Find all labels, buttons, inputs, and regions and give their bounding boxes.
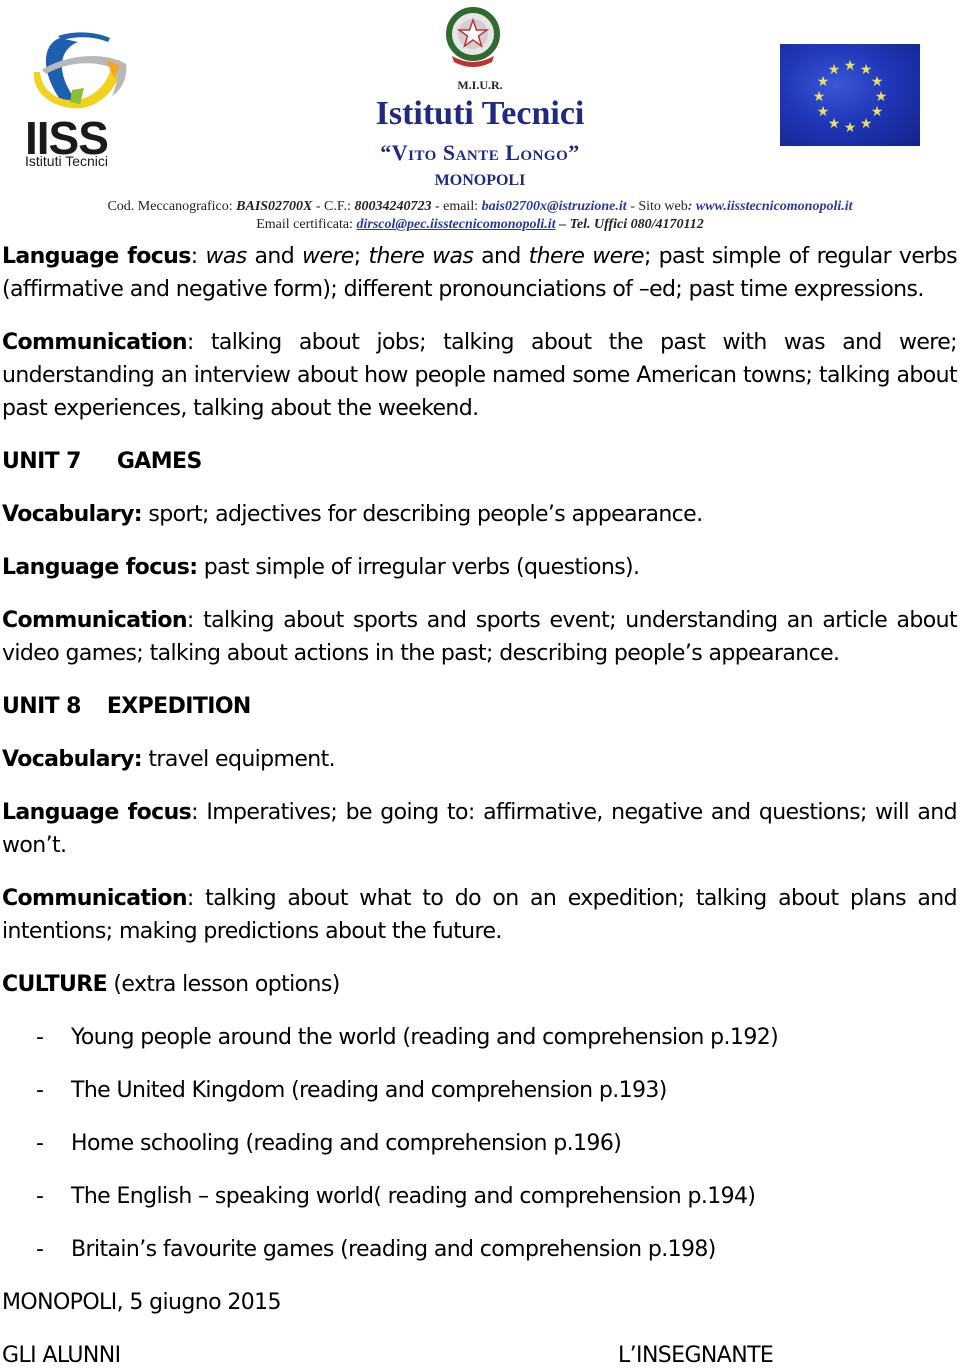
- unit7-vocabulary: Vocabulary: sport; adjectives for descri…: [2, 498, 957, 531]
- dash-bullet: -: [36, 1184, 44, 1209]
- unit-title: EXPEDITION: [106, 694, 252, 719]
- svg-text:★: ★: [875, 90, 888, 105]
- contact-line-2: Email certificata: dirscol@pec.iisstecni…: [0, 217, 960, 233]
- iiss-globe-icon: [33, 32, 127, 109]
- pec-label: Email certificata:: [256, 217, 357, 232]
- document-date: MONOPOLI, 5 giugno 2015: [2, 1290, 282, 1315]
- list-item-text: The English – speaking world( reading an…: [71, 1184, 756, 1209]
- svg-text:★: ★: [871, 105, 884, 120]
- unit-title: GAMES: [116, 449, 202, 474]
- institute-title: Istituti Tecnici: [375, 95, 585, 132]
- unit8-vocabulary: Vocabulary: travel equipment.: [2, 743, 957, 776]
- language-focus-text: past simple of irregular verbs (question…: [197, 555, 640, 580]
- svg-text:★: ★: [828, 63, 841, 78]
- italic-term: there was: [368, 244, 474, 269]
- pec-email-link[interactable]: dirscol@pec.iisstecnicomonopoli.it: [357, 217, 556, 232]
- school-name: “Vito Sante Longo”: [380, 140, 580, 165]
- unit-number: UNIT 8: [2, 694, 81, 719]
- vocabulary-text: sport; adjectives for describing people’…: [142, 502, 703, 527]
- unit6-communication: Communication: talking about jobs; talki…: [2, 326, 958, 425]
- italic-term: was: [205, 244, 247, 269]
- unit7-communication: Communication: talking about sports and …: [2, 604, 958, 670]
- students-signature-label: GLI ALUNNI: [2, 1343, 121, 1368]
- dash-bullet: -: [36, 1025, 44, 1050]
- list-item: - Young people around the world (reading …: [2, 1021, 957, 1054]
- website-link[interactable]: : www.iisstecnicomonopoli.it: [688, 199, 853, 214]
- vocabulary-label: Vocabulary:: [2, 747, 143, 772]
- unit7-heading: UNIT 7 GAMES: [2, 445, 957, 478]
- italic-term: there were: [528, 244, 645, 269]
- dash-bullet: -: [36, 1237, 44, 1262]
- list-item-text: Britain’s favourite games (reading and c…: [71, 1237, 716, 1262]
- school-city: MONOPOLI: [434, 172, 526, 189]
- eu-flag-icon: ★ ★ ★ ★ ★ ★ ★ ★ ★ ★ ★ ★: [780, 44, 920, 146]
- iiss-logo: IISS Istituti Tecnici: [20, 30, 135, 170]
- email-label: - email:: [431, 199, 482, 214]
- svg-text:★: ★: [828, 117, 841, 132]
- text: and: [473, 244, 529, 269]
- communication-label: Communication: [2, 330, 188, 355]
- dash-bullet: -: [36, 1131, 44, 1156]
- text: :: [190, 244, 206, 269]
- language-focus-label: Language focus: [2, 800, 192, 825]
- unit8-language-focus: Language focus: Imperatives; be going to…: [2, 796, 958, 862]
- language-focus-label: Language focus:: [2, 555, 198, 580]
- unit8-communication: Communication: talking about what to do …: [2, 882, 958, 948]
- ministry-label: M.I.U.R.: [457, 78, 503, 92]
- unit7-language-focus: Language focus: past simple of irregular…: [2, 551, 957, 584]
- culture-heading: CULTURE (extra lesson options): [2, 968, 957, 1001]
- list-item-text: The United Kingdom (reading and comprehe…: [71, 1078, 667, 1103]
- phone-number: – Tel. Uffici 080/4170112: [555, 217, 704, 232]
- letterhead: IISS Istituti Tecnici M.I.U.R. Istituti …: [0, 0, 960, 238]
- web-label: - Sito web: [626, 199, 688, 214]
- cod-value: BAIS02700X: [236, 199, 313, 214]
- language-focus-label: Language focus: [2, 244, 191, 269]
- svg-text:★: ★: [813, 90, 826, 105]
- email-link[interactable]: bais02700x@istruzione.it: [482, 199, 627, 214]
- document-page: IISS Istituti Tecnici M.I.U.R. Istituti …: [0, 0, 960, 1368]
- iiss-logo-subtitle: Istituti Tecnici: [25, 153, 108, 169]
- culture-list: - Young people around the world (reading …: [2, 1021, 957, 1266]
- svg-text:★: ★: [860, 117, 873, 132]
- list-item: - Britain’s favourite games (reading and …: [2, 1233, 957, 1266]
- text: ;: [353, 244, 369, 269]
- teacher-signature-label: L’INSEGNANTE: [618, 1343, 774, 1368]
- culture-note: (extra lesson options): [107, 972, 340, 997]
- cf-value: 80034240723: [354, 199, 432, 214]
- communication-label: Communication: [2, 608, 188, 633]
- text: and: [246, 244, 303, 269]
- signature-row: GLI ALUNNI L’INSEGNANTE: [2, 1339, 957, 1372]
- unit8-heading: UNIT 8 EXPEDITION: [2, 690, 957, 723]
- list-item: - The English – speaking world( reading a…: [2, 1180, 957, 1213]
- vocabulary-text: travel equipment.: [142, 747, 336, 772]
- unit6-language-focus: Language focus: was and were; there was …: [2, 240, 958, 306]
- svg-text:★: ★: [844, 121, 857, 136]
- italian-republic-emblem-icon: [442, 6, 504, 68]
- italic-term: were: [302, 244, 354, 269]
- document-body: Language focus: was and were; there was …: [2, 240, 958, 1372]
- list-item: - Home schooling (reading and comprehensi…: [2, 1127, 957, 1160]
- list-item-text: Young people around the world (reading a…: [71, 1025, 779, 1050]
- cod-label: Cod. Meccanografico:: [107, 199, 237, 214]
- unit-number: UNIT 7: [2, 449, 81, 474]
- svg-text:★: ★: [844, 59, 857, 74]
- cf-label: - C.F.:: [312, 199, 355, 214]
- svg-text:★: ★: [871, 75, 884, 90]
- communication-label: Communication: [2, 886, 188, 911]
- culture-label: CULTURE: [2, 972, 108, 997]
- svg-text:★: ★: [817, 105, 830, 120]
- list-item-text: Home schooling (reading and comprehensio…: [71, 1131, 622, 1156]
- contact-line-1: Cod. Meccanografico: BAIS02700X - C.F.: …: [0, 199, 960, 215]
- vocabulary-label: Vocabulary:: [2, 502, 143, 527]
- dash-bullet: -: [36, 1078, 44, 1103]
- list-item: - The United Kingdom (reading and compreh…: [2, 1074, 957, 1107]
